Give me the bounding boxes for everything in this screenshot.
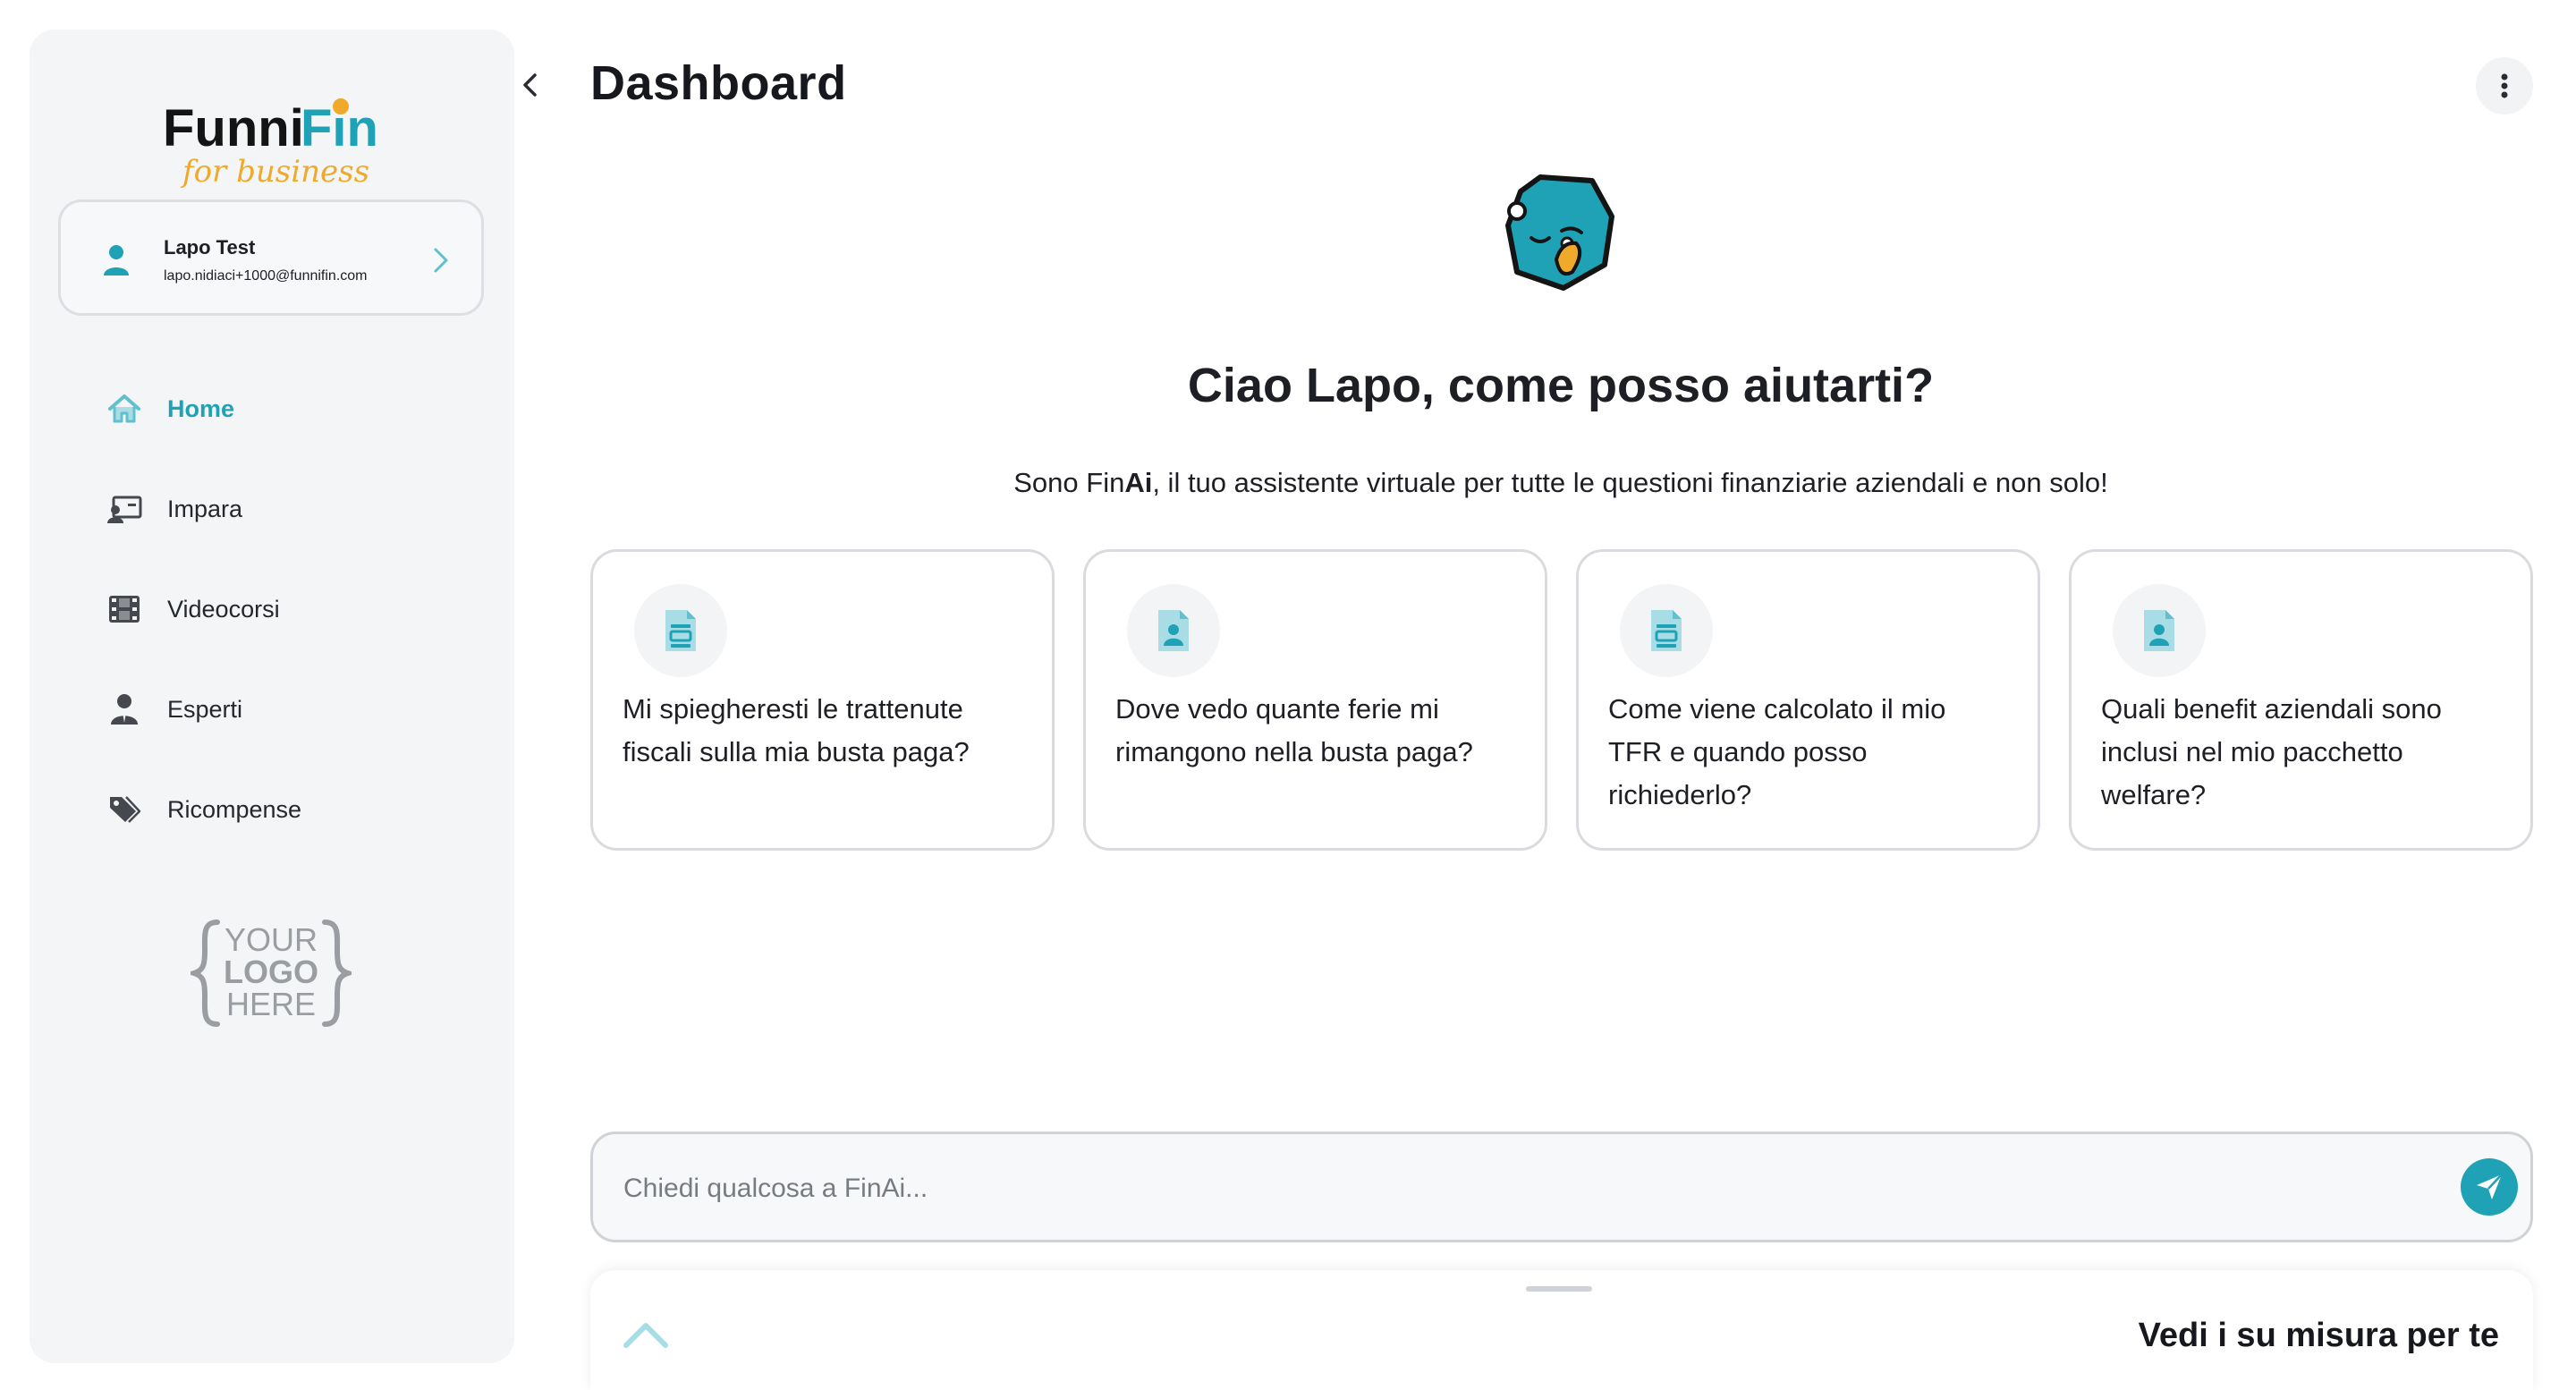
suggestion-text: Come viene calcolato il mio TFR e quando… [1608, 693, 1946, 810]
sidebar-item-label: Home [167, 394, 235, 422]
chat-input-bar [590, 1131, 2533, 1242]
user-name: Lapo Test [164, 236, 256, 259]
brand-name-dark: Funni [163, 99, 304, 157]
finai-mascot-icon [1505, 174, 1614, 291]
assistant-greeting: Ciao Lapo, come posso aiutarti? [1187, 359, 1935, 412]
person-document-icon [1127, 584, 1220, 677]
chevron-up-icon[interactable] [623, 1320, 669, 1349]
document-icon [634, 584, 727, 677]
sidebar-item-impara[interactable]: Impara [30, 459, 514, 559]
sidebar-item-videocorsi[interactable]: Videocorsi [30, 559, 514, 659]
svg-text:LOGO: LOGO [224, 954, 318, 990]
chat-input[interactable] [622, 1161, 2396, 1216]
learn-icon [106, 491, 142, 527]
suggestion-text: Quali benefit aziendali sono inclusi nel… [2101, 693, 2442, 810]
sidebar-item-ricompense[interactable]: Ricompense [30, 759, 514, 860]
tags-icon [106, 792, 142, 827]
user-profile-card[interactable]: Lapo Test lapo.nidiaci+1000@funnifin.com [58, 199, 484, 316]
bottom-sheet: Vedi i su misura per te [590, 1270, 2533, 1390]
sidebar-item-home[interactable]: Home [30, 359, 514, 459]
brand-tagline: for business [180, 154, 369, 189]
svg-text:HERE: HERE [226, 986, 316, 1022]
sidebar-item-label: Esperti [167, 695, 243, 723]
main-nav: Home Impara Videocorsi Esperti Ricompens… [30, 359, 514, 860]
company-logo-placeholder: YOUR LOGO HERE [191, 920, 352, 1027]
expert-icon [106, 691, 142, 727]
more-vertical-icon [2501, 73, 2508, 98]
brand-logo[interactable]: Funni Fin for business [30, 81, 514, 198]
sidebar-item-esperti[interactable]: Esperti [30, 659, 514, 759]
suggestion-text: Dove vedo quante ferie mi rimangono nell… [1115, 693, 1473, 767]
bottom-sheet-title: Vedi i su misura per te [2138, 1317, 2499, 1354]
user-avatar-icon [104, 245, 129, 275]
suggestion-text: Mi spiegheresti le trattenute fiscali su… [623, 693, 970, 767]
more-options-button[interactable] [2476, 57, 2533, 114]
send-button[interactable] [2461, 1158, 2518, 1216]
sidebar-item-label: Videocorsi [167, 595, 280, 623]
sidebar: Funni Fin for business Lapo Test lapo.ni… [30, 30, 514, 1363]
assistant-intro: Sono FinAi, il tuo assistente virtuale p… [1013, 467, 2108, 498]
film-icon [106, 591, 142, 627]
drag-handle[interactable] [1526, 1286, 1592, 1292]
sidebar-item-label: Impara [167, 495, 243, 522]
document-icon [1620, 584, 1713, 677]
suggestion-card[interactable]: Dove vedo quante ferie mi rimangono nell… [1083, 549, 1547, 851]
svg-text:YOUR: YOUR [225, 921, 318, 958]
collapse-sidebar-icon[interactable] [513, 68, 547, 102]
send-icon [2477, 1174, 2503, 1199]
sidebar-item-label: Ricompense [167, 795, 302, 823]
page-title: Dashboard [590, 56, 847, 110]
suggestion-card[interactable]: Mi spiegheresti le trattenute fiscali su… [590, 549, 1055, 851]
person-document-icon [2113, 584, 2206, 677]
chevron-right-icon [434, 248, 448, 273]
suggestion-card[interactable]: Quali benefit aziendali sono inclusi nel… [2069, 549, 2533, 851]
suggestion-card[interactable]: Come viene calcolato il mio TFR e quando… [1576, 549, 2040, 851]
home-icon [106, 391, 142, 427]
user-email: lapo.nidiaci+1000@funnifin.com [164, 268, 368, 284]
